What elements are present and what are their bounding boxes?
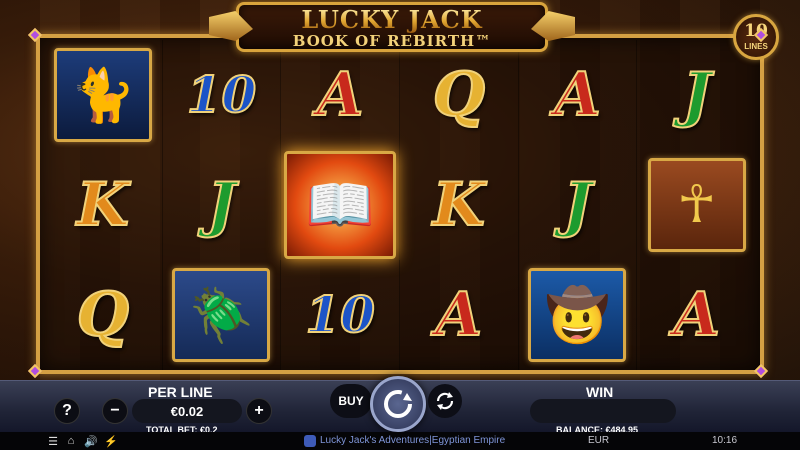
scarab-icon: 🪲 bbox=[172, 268, 271, 362]
menu-icon[interactable]: ☰ bbox=[46, 434, 60, 448]
spin-icon bbox=[384, 390, 412, 418]
symbol-k: K bbox=[432, 170, 486, 240]
reel-cell: A bbox=[637, 260, 756, 370]
explorer-icon: 🤠 bbox=[528, 268, 627, 362]
win-value bbox=[530, 399, 676, 423]
per-line-label: PER LINE bbox=[148, 384, 213, 400]
currency-label: EUR bbox=[588, 435, 610, 446]
symbol-j: J bbox=[562, 170, 592, 240]
symbol-glyph: 🐈 bbox=[70, 65, 136, 126]
ankh-icon: ☥ bbox=[647, 158, 746, 252]
symbol-glyph: ☥ bbox=[677, 175, 717, 235]
reel-cell: J bbox=[637, 40, 756, 150]
symbol-q: Q bbox=[76, 280, 130, 350]
per-line-value: €0.02 bbox=[132, 399, 242, 423]
reel-cell: 🤠 bbox=[519, 260, 638, 370]
system-footer: ☰ ⌂ 🔊 ⚡ Lucky Jack's Adventures|Egyptian… bbox=[0, 432, 800, 450]
help-button[interactable]: ? bbox=[54, 398, 80, 424]
reel-cell: A bbox=[519, 40, 638, 150]
reel-grid: 🐈 10 A Q A J K J 📖 K J ☥ Q 🪲 10 A 🤠 A bbox=[44, 40, 756, 370]
spin-button[interactable] bbox=[370, 376, 426, 432]
reel-cell: 🐈 bbox=[44, 40, 163, 150]
symbol-j: J bbox=[681, 60, 711, 130]
reel-cell: 🪲 bbox=[163, 260, 282, 370]
footer-game-name: Lucky Jack's Adventures|Egyptian Empire bbox=[320, 435, 506, 446]
reel-cell: 10 bbox=[163, 40, 282, 150]
reel-cell: Q bbox=[44, 260, 163, 370]
symbol-glyph: 🪲 bbox=[189, 285, 254, 346]
reel-cell: 📖 bbox=[281, 150, 400, 260]
turbo-icon[interactable]: ⚡ bbox=[104, 434, 118, 448]
symbol-a: A bbox=[316, 60, 365, 130]
reel-cell: J bbox=[163, 150, 282, 260]
buy-feature-button[interactable]: BUY bbox=[330, 384, 372, 418]
increase-bet-button[interactable]: + bbox=[246, 398, 272, 424]
sound-icon[interactable]: 🔊 bbox=[84, 434, 98, 448]
symbol-k: K bbox=[76, 170, 130, 240]
symbol-10: 10 bbox=[304, 285, 376, 344]
symbol-glyph: 📖 bbox=[305, 173, 376, 238]
reel-cell: ☥ bbox=[637, 150, 756, 260]
autoplay-button[interactable] bbox=[428, 384, 462, 418]
home-icon[interactable]: ⌂ bbox=[64, 434, 78, 448]
reel-cell: A bbox=[281, 40, 400, 150]
game-logo-icon bbox=[304, 435, 316, 447]
game-subtitle: BOOK OF REBIRTH™ bbox=[292, 32, 492, 50]
game-logo: LUCKY JACK BOOK OF REBIRTH™ bbox=[236, 2, 575, 52]
book-icon: 📖 bbox=[284, 151, 397, 259]
reel-cell: 10 bbox=[281, 260, 400, 370]
win-label: WIN bbox=[586, 384, 614, 400]
autoplay-icon bbox=[436, 392, 454, 410]
reel-cell: K bbox=[400, 150, 519, 260]
lines-label: LINES bbox=[744, 42, 768, 51]
clock: 10:16 bbox=[712, 435, 738, 446]
symbol-a: A bbox=[553, 60, 602, 130]
reel-cell: Q bbox=[400, 40, 519, 150]
reel-cell: J bbox=[519, 150, 638, 260]
symbol-j: J bbox=[206, 170, 236, 240]
symbol-a: A bbox=[435, 280, 484, 350]
symbol-a: A bbox=[672, 280, 721, 350]
reel-cell: A bbox=[400, 260, 519, 370]
symbol-10: 10 bbox=[186, 65, 258, 124]
decrease-bet-button[interactable]: − bbox=[102, 398, 128, 424]
cat-icon: 🐈 bbox=[53, 48, 152, 142]
symbol-q: Q bbox=[432, 60, 486, 130]
symbol-glyph: 🤠 bbox=[545, 285, 610, 346]
game-title: LUCKY JACK bbox=[239, 7, 545, 33]
reel-cell: K bbox=[44, 150, 163, 260]
